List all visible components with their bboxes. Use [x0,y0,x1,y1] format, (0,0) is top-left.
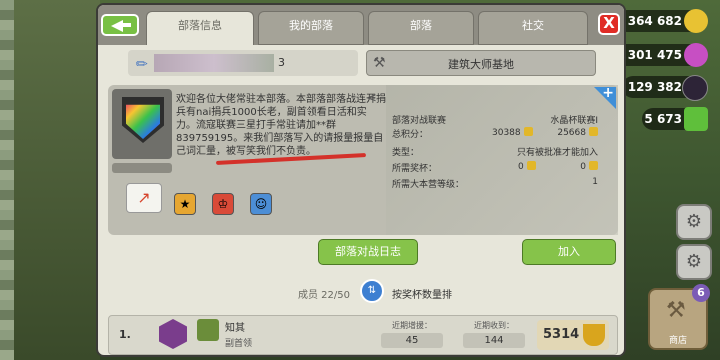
pencil-icon: ✎ [132,54,153,75]
tab-my-clan[interactable]: 我的部落 [258,11,364,45]
members-count: 成员 22/50 [298,290,350,301]
trophy-icon [526,161,536,170]
hammer-icon: ⚒ [666,298,686,323]
stat-total-trophies: 总积分： 30388 25668 [392,125,598,140]
elixir-icon [684,43,708,67]
member-role: 副首领 [225,339,253,349]
stat-type: 类型： 只有被批准才能加入 [392,148,598,158]
clan-perk-medal-2[interactable]: ♔ [212,193,234,215]
sort-label: 按奖杯数量排 [392,290,452,301]
clan-perk-medal-1[interactable]: ★ [174,193,196,215]
stat-war-league: 部落对战联赛 水晶杯联赛I [392,116,598,126]
clan-info-area: ↗ 欢迎各位大佬常驻本部落。本部落部落战连开捐兵有nai捐兵1000长老，副首领… [108,85,618,235]
builder-trophy-icon [589,161,598,170]
close-button[interactable]: X [598,13,620,35]
trophy-icon [523,127,533,136]
sort-button[interactable]: ⇅ [360,279,384,303]
stat-required-trophies: 所需奖杯： 0 0 [392,159,598,174]
settings-icon: ⚙ [685,211,703,232]
clan-level-strip [112,163,172,173]
gear-button[interactable]: ⚙ [676,244,712,280]
shop-button[interactable]: 6 ⚒ 商店 [648,284,710,350]
trend-chart-button[interactable]: ↗ [126,183,162,213]
blurred-clan-name [154,54,274,72]
village-area [0,0,100,360]
gold-counter: 364 682 [616,9,708,33]
gear-icon: ⚙ [685,251,703,272]
trophy-icon [583,324,605,346]
trend-icon: ↗ [137,188,151,207]
trophy-icon: ♔ [217,197,229,211]
join-button[interactable]: 加入 [522,239,616,265]
league-badge-icon [159,319,187,349]
war-log-button[interactable]: 部落对战日志 [318,239,418,265]
tab-bar: 部落信息 我的部落 部落 社交 X [98,5,624,45]
clan-badge-box [112,89,172,159]
stat-required-th: 所需大本营等级： 1 [392,177,598,190]
gems-counter: 5 673 [642,107,708,131]
share-icon[interactable]: ⋖ [366,91,377,106]
builder-base-button[interactable]: ⚒ 建筑大师基地 [366,50,596,76]
received-stat: 近期收到： 144 [463,320,525,350]
builder-base-label: 建筑大师基地 [448,58,514,71]
donated-stat: 近期增援： 45 [381,320,443,350]
smile-icon: ☺ [254,197,268,211]
member-row[interactable]: 1. 知其 副首领 近期增援： 45 近期收到： 144 5314 [108,315,618,355]
clan-name-bar: ✎ 3 [128,50,358,76]
back-button[interactable] [101,14,139,36]
clan-badge-icon [126,104,160,139]
shop-badge: 6 [692,284,710,302]
tab-clans[interactable]: 部落 [368,11,474,45]
medal-icon: ★ [179,197,191,211]
member-name: 知其 [225,323,245,334]
gem-icon [684,107,708,131]
dark-elixir-icon [682,75,708,101]
clan-perk-medal-3[interactable]: ☺ [250,193,272,215]
clan-info-panel: 部落信息 我的部落 部落 社交 X ✎ 3 ⚒ 建筑大师基地 ↗ 欢迎各位大佬常… [96,3,626,357]
clan-description: 欢迎各位大佬常驻本部落。本部落部落战连开捐兵有nai捐兵1000长老，副首领看日… [176,94,386,157]
member-rank: 1. [119,328,131,341]
settings-button[interactable]: ⚙ [676,204,712,240]
shop-label: 商店 [668,336,687,346]
town-hall-icon [197,319,219,341]
sort-arrows-icon: ⇅ [367,285,377,296]
member-trophies: 5314 [537,320,609,350]
tab-clan-info[interactable]: 部落信息 [146,11,254,45]
tab-social[interactable]: 社交 [478,11,588,45]
builder-trophy-icon [589,127,598,136]
dark-elixir-counter: 129 382 [622,75,708,101]
clan-name-suffix: 3 [278,56,285,69]
gold-icon [684,9,708,33]
blurred-strip [0,0,14,360]
